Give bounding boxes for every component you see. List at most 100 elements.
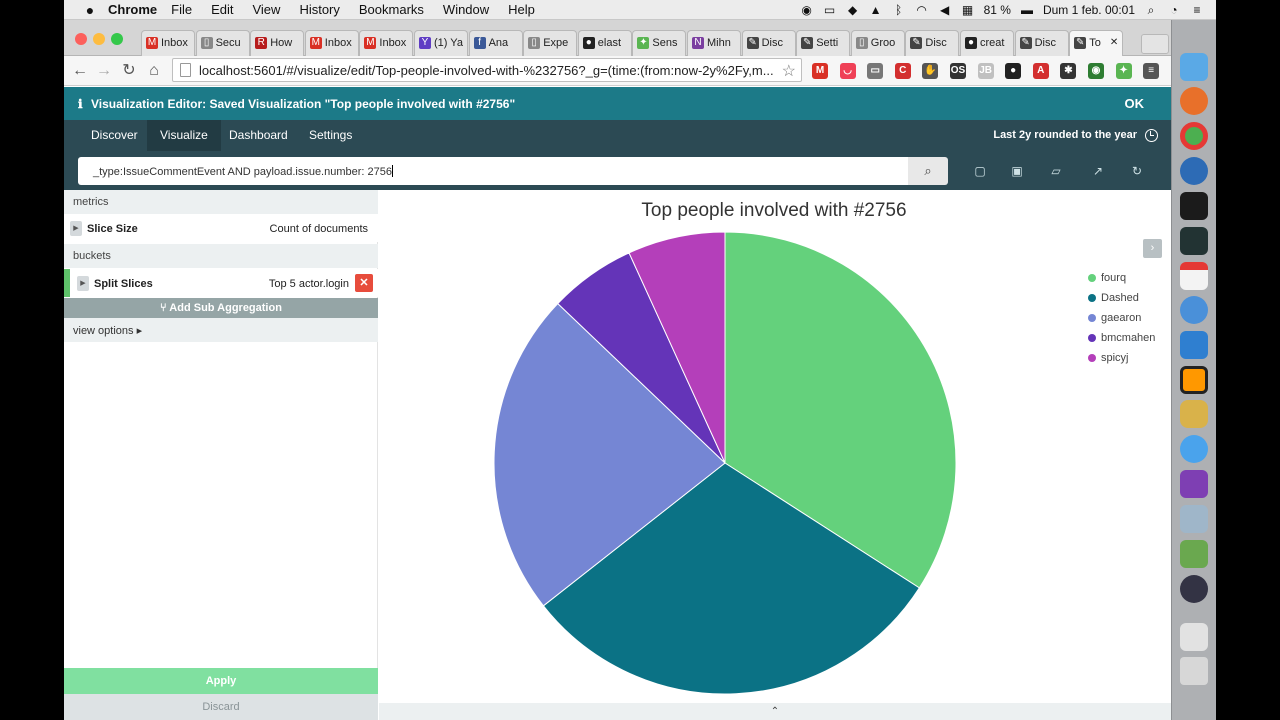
browser-tab[interactable]: M Inbox bbox=[304, 30, 359, 56]
view-options-toggle[interactable]: view options ▸ bbox=[64, 318, 378, 342]
pocket-icon[interactable]: ◡ bbox=[839, 63, 856, 79]
nav-dashboard[interactable]: Dashboard bbox=[216, 120, 301, 151]
legend-item[interactable]: gaearon bbox=[1088, 308, 1155, 328]
spotlight-icon[interactable]: ⌕ bbox=[1144, 4, 1158, 16]
legend-item[interactable]: Dashed bbox=[1088, 288, 1155, 308]
tweetdeck-icon[interactable] bbox=[1180, 296, 1208, 324]
documents-stack-icon[interactable] bbox=[1180, 623, 1208, 651]
battery-icon[interactable]: ▬ bbox=[1020, 4, 1034, 16]
browser-tab[interactable]: N Mihn bbox=[687, 30, 741, 56]
record-icon[interactable]: ◉ bbox=[800, 4, 814, 16]
dropbox-icon[interactable]: ◆ bbox=[846, 4, 860, 16]
calendar-icon[interactable] bbox=[1180, 262, 1208, 290]
dash-icon[interactable] bbox=[1180, 470, 1208, 498]
menu-icon[interactable]: ≡ bbox=[1143, 63, 1160, 79]
notification-bell-icon[interactable]: ▲ bbox=[869, 4, 883, 16]
volume-icon[interactable]: ◀ bbox=[938, 4, 952, 16]
intellij-icon[interactable] bbox=[1180, 331, 1208, 359]
add-sub-aggregation-button[interactable]: ⑂ Add Sub Aggregation bbox=[64, 298, 378, 318]
legend-toggle-button[interactable]: › bbox=[1143, 239, 1162, 258]
sense-ext-icon[interactable]: ✦ bbox=[1115, 63, 1132, 79]
minimize-window-button[interactable] bbox=[93, 33, 105, 45]
jb-icon[interactable]: JB bbox=[977, 63, 994, 79]
cast-icon[interactable]: ▭ bbox=[867, 63, 884, 79]
time-picker[interactable]: Last 2y rounded to the year bbox=[993, 120, 1137, 151]
app-menu[interactable]: Chrome bbox=[108, 2, 157, 17]
browser-tab[interactable]: ✦ Sens bbox=[632, 30, 687, 56]
search-button[interactable]: ⌕ bbox=[908, 157, 948, 185]
cors-icon[interactable]: C bbox=[894, 63, 911, 79]
legend-item[interactable]: bmcmahen bbox=[1088, 328, 1155, 348]
browser-tab[interactable]: M Inbox bbox=[141, 30, 195, 56]
notion-icon[interactable] bbox=[1180, 366, 1208, 394]
browser-tab[interactable]: ● elast bbox=[577, 30, 632, 56]
airplay-icon[interactable]: ▭ bbox=[823, 4, 837, 16]
browser-tab[interactable]: Y (1) Ya bbox=[414, 30, 468, 56]
firefox-icon[interactable] bbox=[1180, 87, 1208, 115]
clock[interactable]: Dum 1 feb. 00:01 bbox=[1043, 3, 1135, 17]
script-editor-icon[interactable] bbox=[1180, 540, 1208, 568]
browser-tab[interactable]: ▯ Groo bbox=[850, 30, 905, 56]
browser-tab[interactable]: ● creat bbox=[960, 30, 1014, 56]
menu-bookmarks[interactable]: Bookmarks bbox=[359, 2, 424, 17]
user-icon[interactable]: ◔ bbox=[1167, 4, 1181, 16]
preview-icon[interactable] bbox=[1180, 505, 1208, 533]
trash-icon[interactable] bbox=[1180, 657, 1208, 685]
wifi-icon[interactable]: ◠ bbox=[915, 4, 929, 16]
activity-monitor-icon[interactable] bbox=[1180, 227, 1208, 255]
chrome-icon[interactable] bbox=[1180, 122, 1208, 150]
menu-file[interactable]: File bbox=[171, 2, 192, 17]
notice-ok-button[interactable]: OK bbox=[1125, 96, 1145, 111]
zoom-window-button[interactable] bbox=[111, 33, 123, 45]
browser-tab[interactable]: ✎ Disc bbox=[741, 30, 796, 56]
nav-visualize[interactable]: Visualize bbox=[147, 120, 221, 151]
close-window-button[interactable] bbox=[75, 33, 87, 45]
apple-icon[interactable]: ● bbox=[82, 2, 98, 18]
finder-icon[interactable] bbox=[1180, 53, 1208, 81]
new-visualization-icon[interactable]: ▢ bbox=[973, 164, 987, 178]
quicktime-icon[interactable] bbox=[1180, 575, 1208, 603]
browser-tab[interactable]: f Ana bbox=[468, 30, 523, 56]
bookmark-star-icon[interactable]: ☆ bbox=[782, 61, 796, 81]
browser-tab[interactable]: ✎ Disc bbox=[1014, 30, 1069, 56]
menu-view[interactable]: View bbox=[252, 2, 280, 17]
legend-item[interactable]: fourq bbox=[1088, 268, 1155, 288]
query-input[interactable]: _type:IssueCommentEvent AND payload.issu… bbox=[78, 157, 908, 185]
open-folder-icon[interactable]: ▱ bbox=[1049, 164, 1063, 178]
refresh-icon[interactable]: ↻ bbox=[1130, 164, 1144, 178]
os-icon[interactable]: OS bbox=[950, 63, 966, 79]
browser-tab[interactable]: ▯ Expe bbox=[523, 30, 578, 56]
menu-history[interactable]: History bbox=[299, 2, 339, 17]
discard-button[interactable]: Discard bbox=[64, 694, 378, 720]
flag-icon[interactable]: ▦ bbox=[961, 4, 975, 16]
bucket-split-slices[interactable]: ▶ Split Slices Top 5 actor.login ✕ bbox=[64, 269, 378, 297]
browser-tab[interactable]: ✎ To ✕ bbox=[1069, 30, 1124, 56]
browser-tab[interactable]: M Inbox bbox=[359, 30, 414, 56]
menu-help[interactable]: Help bbox=[508, 2, 535, 17]
notification-center-icon[interactable]: ≡ bbox=[1190, 4, 1204, 16]
database-icon[interactable] bbox=[1180, 400, 1208, 428]
github-ext-icon[interactable]: ● bbox=[1005, 63, 1022, 79]
address-bar[interactable]: localhost:5601/#/visualize/edit/Top-peop… bbox=[172, 58, 802, 82]
remove-bucket-button[interactable]: ✕ bbox=[355, 274, 373, 292]
gmail-ext-icon[interactable]: M bbox=[812, 63, 828, 79]
browser-tab[interactable]: ✎ Setti bbox=[796, 30, 851, 56]
chat-app-icon[interactable] bbox=[1180, 157, 1208, 185]
nav-settings[interactable]: Settings bbox=[296, 120, 365, 151]
forward-icon[interactable]: → bbox=[94, 60, 114, 82]
messages-icon[interactable] bbox=[1180, 435, 1208, 463]
puzzle-icon[interactable]: ✱ bbox=[1060, 63, 1077, 79]
share-icon[interactable]: ↗ bbox=[1091, 164, 1105, 178]
browser-tab[interactable]: ▯ Secu bbox=[195, 30, 250, 56]
back-icon[interactable]: ← bbox=[70, 60, 90, 82]
browser-tab[interactable]: ✎ Disc bbox=[905, 30, 960, 56]
new-tab-button[interactable] bbox=[1141, 34, 1169, 54]
browser-tab[interactable]: R How bbox=[250, 30, 305, 56]
save-icon[interactable]: ▣ bbox=[1010, 164, 1024, 178]
menu-edit[interactable]: Edit bbox=[211, 2, 233, 17]
adblock-icon[interactable]: A bbox=[1032, 63, 1049, 79]
speed-icon[interactable]: ◉ bbox=[1088, 63, 1104, 79]
spy-panel-toggle[interactable]: ⌃ bbox=[379, 703, 1171, 720]
metric-slice-size[interactable]: ▶ Slice Size Count of documents bbox=[64, 214, 378, 242]
expand-caret-icon[interactable]: ▶ bbox=[77, 276, 89, 291]
